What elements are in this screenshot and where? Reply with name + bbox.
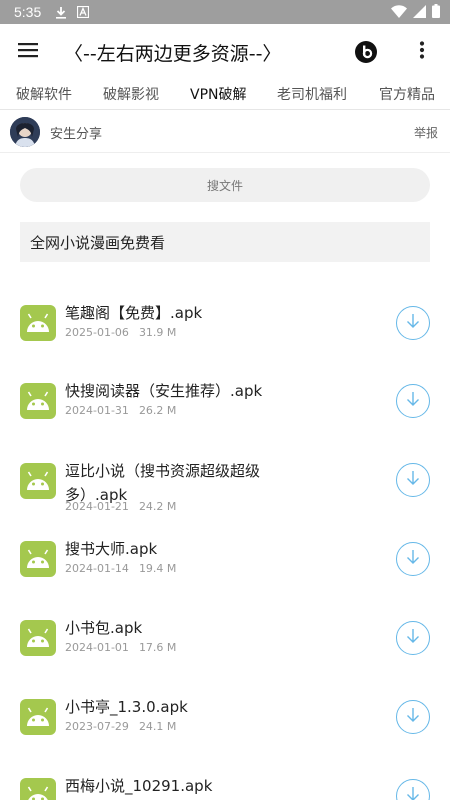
file-row[interactable]: 小书亭_1.3.0.apk 2023-07-29 24.1 M (0, 678, 450, 756)
beats-button[interactable] (354, 40, 378, 64)
tab-veteran-perks[interactable]: 老司机福利 (277, 84, 347, 104)
download-button[interactable] (396, 463, 430, 497)
tab-vpn[interactable]: VPN破解 (190, 84, 247, 104)
file-size: 31.9 M (138, 326, 177, 339)
tab-cracked-software[interactable]: 破解软件 (16, 84, 72, 104)
beats-logo-icon (354, 41, 378, 68)
author-divider (0, 152, 450, 153)
tabs-divider (0, 109, 450, 110)
folder-title: 全网小说漫画免费看 (30, 233, 166, 252)
android-apk-icon (20, 778, 56, 800)
file-date: 2025-01-06 (65, 326, 129, 339)
download-button[interactable] (396, 779, 430, 800)
avatar[interactable] (10, 117, 40, 147)
tab-official-picks[interactable]: 官方精品 (379, 84, 435, 104)
android-apk-icon (20, 541, 56, 577)
file-row[interactable]: 笔趣阁【免费】.apk 2025-01-06 31.9 M (0, 284, 450, 362)
file-meta: 2024-01-31 26.2 M (65, 404, 176, 417)
download-arrow-icon (406, 313, 420, 333)
file-size: 24.2 M (138, 500, 177, 513)
android-apk-icon (20, 383, 56, 419)
download-arrow-icon (406, 549, 420, 569)
file-meta: 2024-01-01 17.6 M (65, 641, 176, 654)
download-arrow-icon (406, 391, 420, 411)
file-date: 2024-01-01 (65, 641, 129, 654)
file-row[interactable]: 逗比小说（搜书资源超级超级多）.apk 2024-01-21 24.2 M (0, 440, 450, 518)
file-date: 2024-01-14 (65, 562, 129, 575)
page-title: 〈--左右两边更多资源--〉 (64, 42, 282, 65)
category-tabs: 破解软件 破解影视 VPN破解 老司机福利 官方精品 (0, 80, 450, 108)
android-apk-icon (20, 463, 56, 499)
tab-cracked-video[interactable]: 破解影视 (103, 84, 159, 104)
download-arrow-icon (406, 628, 420, 648)
author-row: 安生分享 举报 (0, 112, 450, 152)
file-meta: 2024-01-14 19.4 M (65, 562, 176, 575)
download-button[interactable] (396, 621, 430, 655)
download-arrow-icon (406, 707, 420, 727)
download-button[interactable] (396, 384, 430, 418)
file-date: 2023-07-29 (65, 720, 129, 733)
more-vertical-icon (419, 41, 425, 63)
more-options-button[interactable] (408, 38, 436, 66)
android-apk-icon (20, 699, 56, 735)
author-name[interactable]: 安生分享 (50, 123, 102, 142)
file-size: 26.2 M (138, 404, 177, 417)
menu-button[interactable] (0, 24, 56, 80)
file-size: 24.1 M (138, 720, 177, 733)
download-arrow-icon (406, 786, 420, 800)
file-row[interactable]: 西梅小说_10291.apk (0, 757, 450, 800)
status-time: 5:35 (14, 4, 42, 20)
file-date: 2024-01-31 (65, 404, 129, 417)
report-link[interactable]: 举报 (414, 124, 438, 141)
file-meta: 2025-01-06 31.9 M (65, 326, 176, 339)
file-name: 小书亭_1.3.0.apk (65, 698, 188, 716)
notification-a-icon (77, 6, 90, 18)
file-meta: 2023-07-29 24.1 M (65, 720, 176, 733)
file-row[interactable]: 快搜阅读器（安生推荐）.apk 2024-01-31 26.2 M (0, 362, 450, 440)
hamburger-menu-icon (18, 42, 38, 62)
download-icon (55, 6, 67, 19)
app-bar: 〈--左右两边更多资源--〉 (0, 24, 450, 80)
file-name: 笔趣阁【免费】.apk (65, 304, 203, 322)
search-input[interactable]: 搜文件 (20, 168, 430, 202)
search-placeholder: 搜文件 (206, 178, 243, 193)
wifi-icon (391, 3, 407, 22)
folder-title-bar[interactable]: 全网小说漫画免费看 (20, 222, 430, 262)
file-meta: 2024-01-21 24.2 M (65, 500, 176, 513)
cellular-icon (413, 3, 426, 22)
file-date: 2024-01-21 (65, 500, 129, 513)
file-row[interactable]: 搜书大师.apk 2024-01-14 19.4 M (0, 520, 450, 598)
android-apk-icon (20, 305, 56, 341)
download-button[interactable] (396, 306, 430, 340)
battery-icon (432, 3, 440, 22)
file-size: 19.4 M (138, 562, 177, 575)
status-bar: 5:35 (0, 0, 450, 24)
download-arrow-icon (406, 470, 420, 490)
file-row[interactable]: 小书包.apk 2024-01-01 17.6 M (0, 599, 450, 677)
file-name: 西梅小说_10291.apk (65, 777, 213, 795)
file-name: 搜书大师.apk (65, 540, 158, 558)
download-button[interactable] (396, 542, 430, 576)
download-button[interactable] (396, 700, 430, 734)
file-name: 小书包.apk (65, 619, 143, 637)
file-size: 17.6 M (138, 641, 177, 654)
file-name: 快搜阅读器（安生推荐）.apk (65, 382, 263, 400)
android-apk-icon (20, 620, 56, 656)
